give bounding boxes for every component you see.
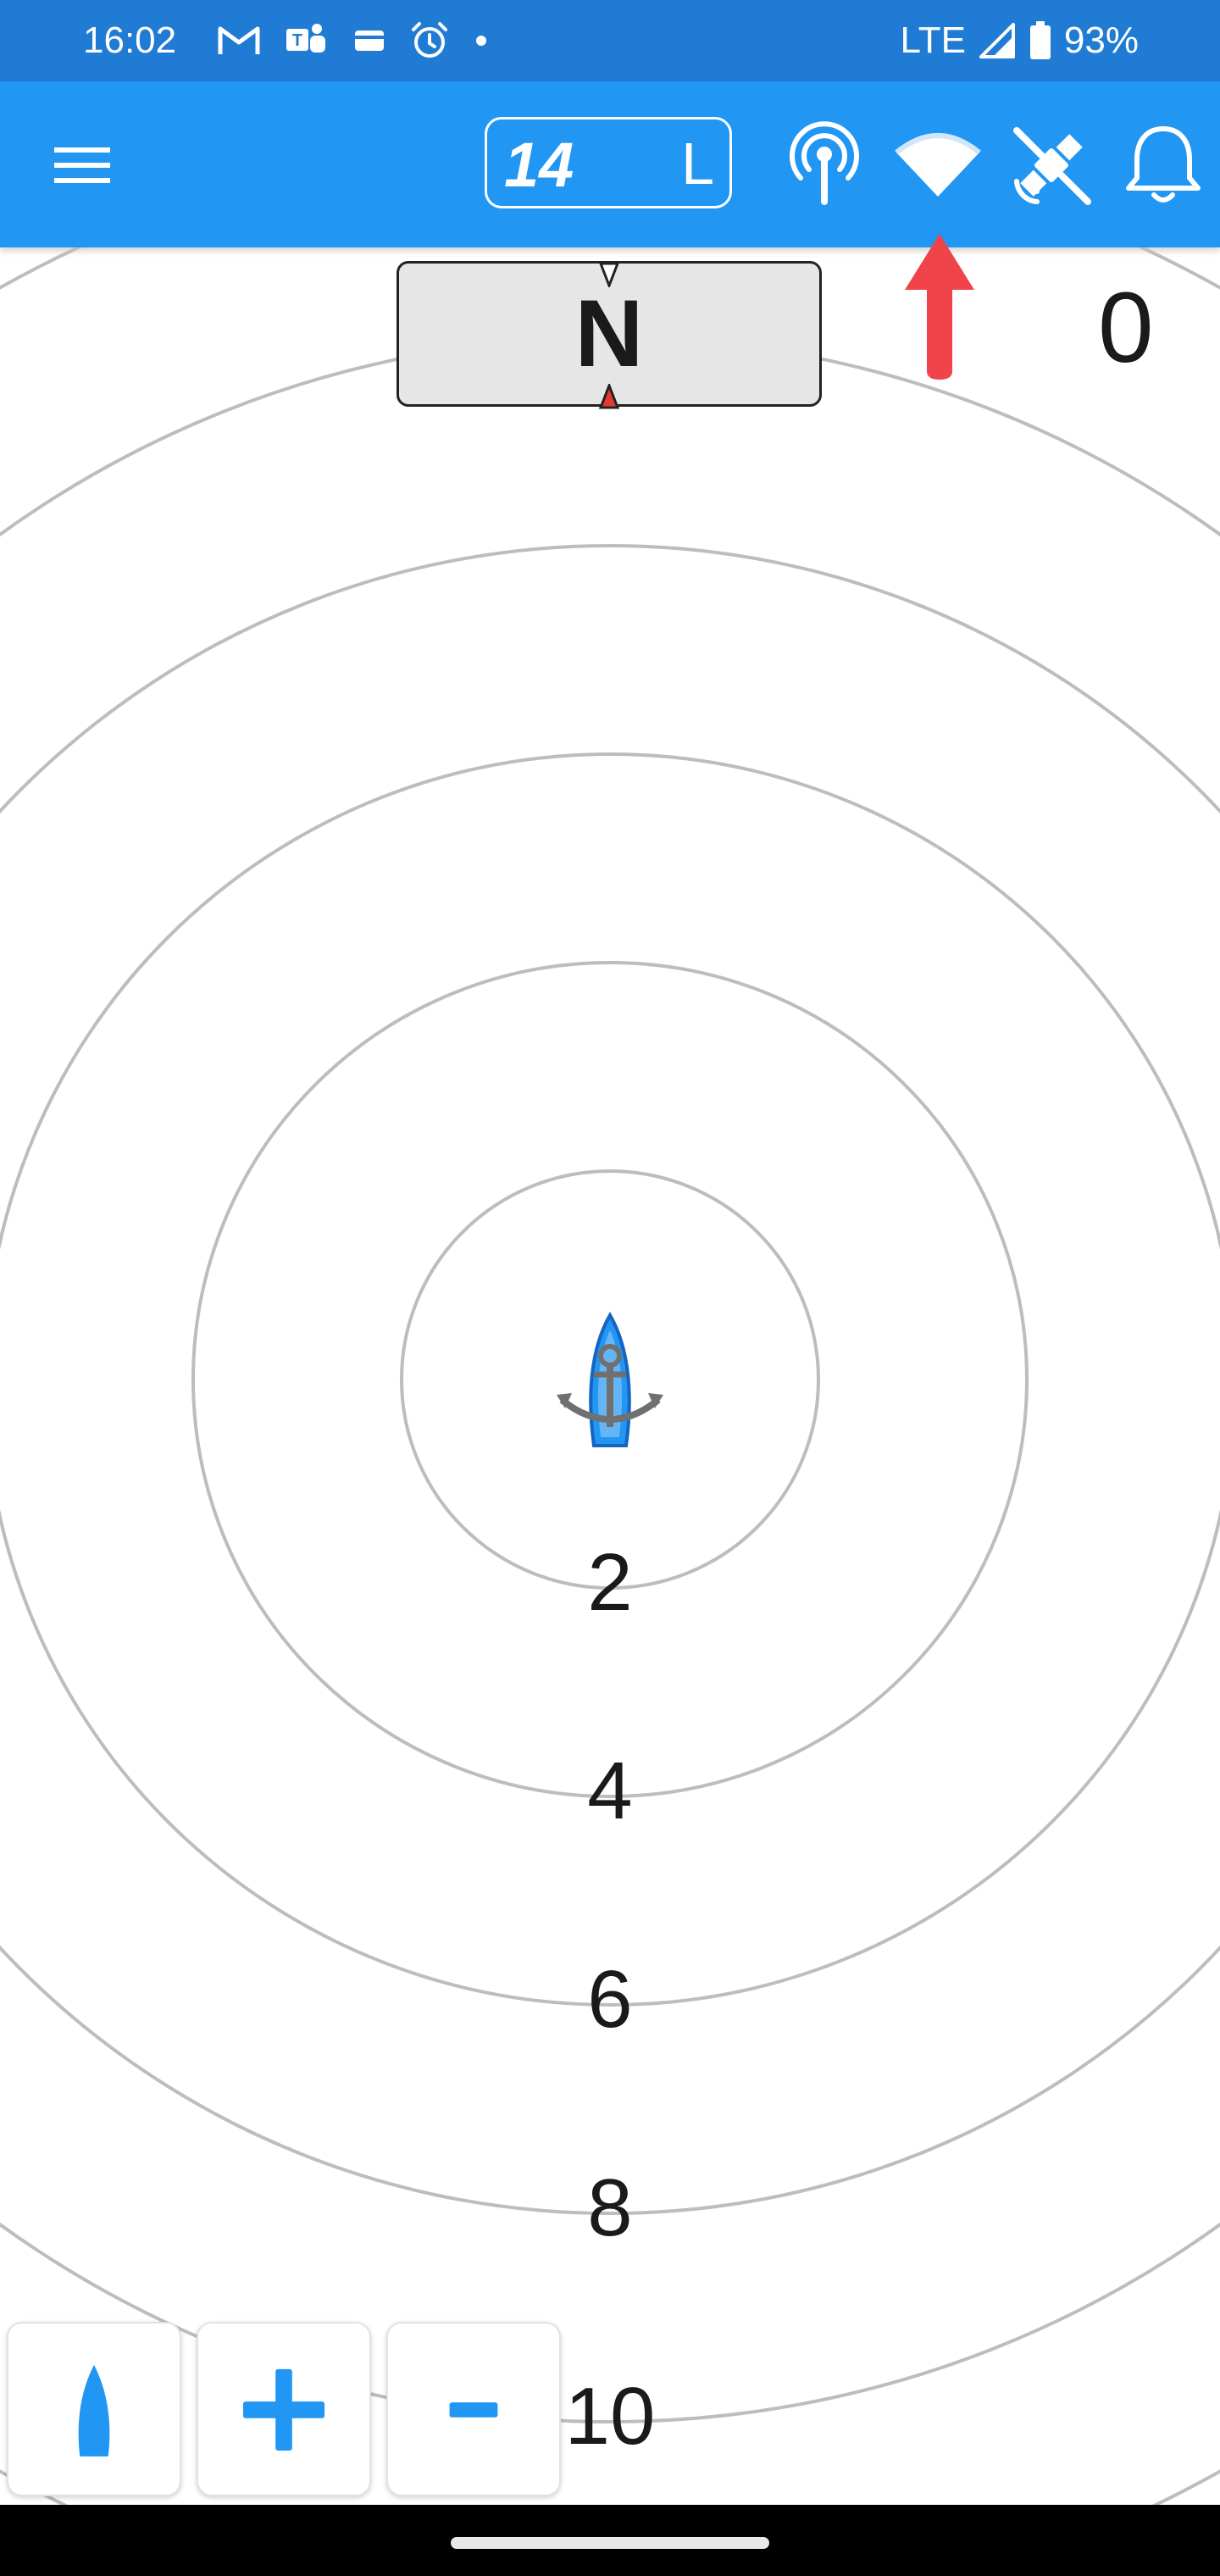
red-arrow-icon: [905, 234, 974, 380]
status-time: 16:02: [83, 19, 177, 61]
counter-value: 0: [1098, 272, 1154, 384]
wallet-icon: [355, 31, 384, 51]
depth-indicator[interactable]: 14 L: [485, 117, 732, 208]
status-bar: 16:02 T LTE 93%: [0, 0, 1220, 81]
menu-icon: [54, 147, 110, 183]
depth-value: 14: [504, 130, 574, 200]
compass-heading[interactable]: N: [396, 261, 822, 409]
compass-needle-icon: [599, 384, 619, 409]
battery-icon: [1029, 21, 1051, 59]
signal-icon: [979, 23, 1015, 58]
app-bar: 14 L: [0, 81, 1220, 247]
svg-text:T: T: [292, 31, 302, 50]
wifi-button[interactable]: [891, 119, 984, 212]
depth-unit: L: [681, 130, 714, 197]
teams-icon: T: [286, 24, 325, 53]
plus-icon: [242, 2368, 325, 2451]
range-label-4: 4: [587, 1746, 633, 1836]
menu-button[interactable]: [46, 136, 122, 195]
drop-icon: [78, 2365, 110, 2457]
antenna-icon: [790, 121, 859, 205]
wifi-icon: [895, 133, 981, 197]
battery-level: 93%: [1063, 19, 1139, 61]
system-nav-bar: [0, 2505, 1220, 2576]
alarm-bell-button[interactable]: [1117, 119, 1210, 212]
minus-icon: [449, 2402, 498, 2418]
compass-north-label: N: [574, 280, 644, 386]
home-gesture-handle[interactable]: [451, 2537, 769, 2549]
zoom-in-button[interactable]: [197, 2322, 371, 2496]
alarm-icon: [412, 22, 447, 58]
range-label-6: 6: [587, 1954, 633, 2045]
gps-off-icon: [1013, 127, 1091, 205]
gmail-icon: [218, 26, 260, 54]
bell-icon: [1126, 126, 1201, 203]
range-label-2: 2: [587, 1537, 633, 1628]
anchor-map[interactable]: 2 4 6 8 10: [0, 247, 1220, 2505]
zoom-out-button[interactable]: [386, 2322, 561, 2496]
network-type: LTE: [900, 19, 966, 61]
gps-button[interactable]: [1005, 119, 1098, 212]
boat-anchor-icon: [557, 1312, 663, 1447]
drop-anchor-button[interactable]: [7, 2322, 181, 2496]
status-right: LTE 93%: [900, 19, 1139, 63]
dot-icon: [476, 36, 486, 46]
notification-icons: T: [217, 19, 490, 63]
range-label-8: 8: [587, 2162, 633, 2253]
antenna-button[interactable]: [778, 119, 871, 212]
